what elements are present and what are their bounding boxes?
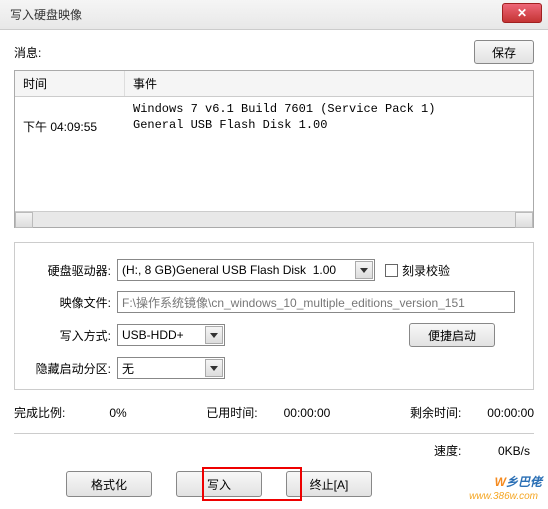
remain-label: 剩余时间: [410, 404, 461, 421]
log-row: 下午 04:09:55 General USB Flash Disk 1.00 [15, 117, 533, 136]
ratio-label: 完成比例: [14, 404, 65, 421]
log-scrollbar[interactable] [15, 211, 533, 227]
verify-label: 刻录校验 [402, 262, 450, 279]
message-label: 消息: [14, 44, 474, 61]
speed-label: 速度: [434, 444, 461, 458]
method-select[interactable] [117, 324, 225, 346]
remain-value: 00:00:00 [487, 406, 534, 420]
close-icon: ✕ [517, 6, 527, 20]
log-time [15, 101, 125, 117]
image-label: 映像文件: [25, 294, 117, 311]
window-title: 写入硬盘映像 [10, 6, 82, 23]
disk-select[interactable] [117, 259, 375, 281]
settings-group: 硬盘驱动器: 刻录校验 映像文件: 写入方式: 便捷启动 [14, 242, 534, 390]
ratio-value: 0% [109, 406, 126, 420]
log-time: 下午 04:09:55 [15, 117, 125, 136]
hidden-select[interactable] [117, 357, 225, 379]
abort-button: 终止[A] [286, 471, 372, 497]
close-button[interactable]: ✕ [502, 3, 542, 23]
log-event: General USB Flash Disk 1.00 [125, 117, 533, 136]
log-header-time: 时间 [15, 71, 125, 96]
save-button[interactable]: 保存 [474, 40, 534, 64]
log-row: Windows 7 v6.1 Build 7601 (Service Pack … [15, 101, 533, 117]
titlebar: 写入硬盘映像 ✕ [0, 0, 548, 30]
action-bar: 格式化 写入 终止[A] 返回 [14, 471, 534, 501]
speed-value: 0KB/s [498, 444, 530, 458]
checkbox-icon [385, 264, 398, 277]
format-button[interactable]: 格式化 [66, 471, 152, 497]
elapsed-value: 00:00:00 [284, 406, 331, 420]
method-label: 写入方式: [25, 327, 117, 344]
divider [14, 433, 534, 434]
write-button[interactable]: 写入 [176, 471, 262, 497]
quickboot-button[interactable]: 便捷启动 [409, 323, 495, 347]
log-header-event: 事件 [125, 71, 533, 96]
disk-label: 硬盘驱动器: [25, 262, 117, 279]
image-path-input[interactable] [117, 291, 515, 313]
log-panel: 时间 事件 Windows 7 v6.1 Build 7601 (Service… [14, 70, 534, 228]
log-event: Windows 7 v6.1 Build 7601 (Service Pack … [125, 101, 533, 117]
elapsed-label: 已用时间: [206, 404, 257, 421]
hidden-label: 隐藏启动分区: [25, 360, 117, 377]
verify-checkbox[interactable]: 刻录校验 [385, 262, 450, 279]
